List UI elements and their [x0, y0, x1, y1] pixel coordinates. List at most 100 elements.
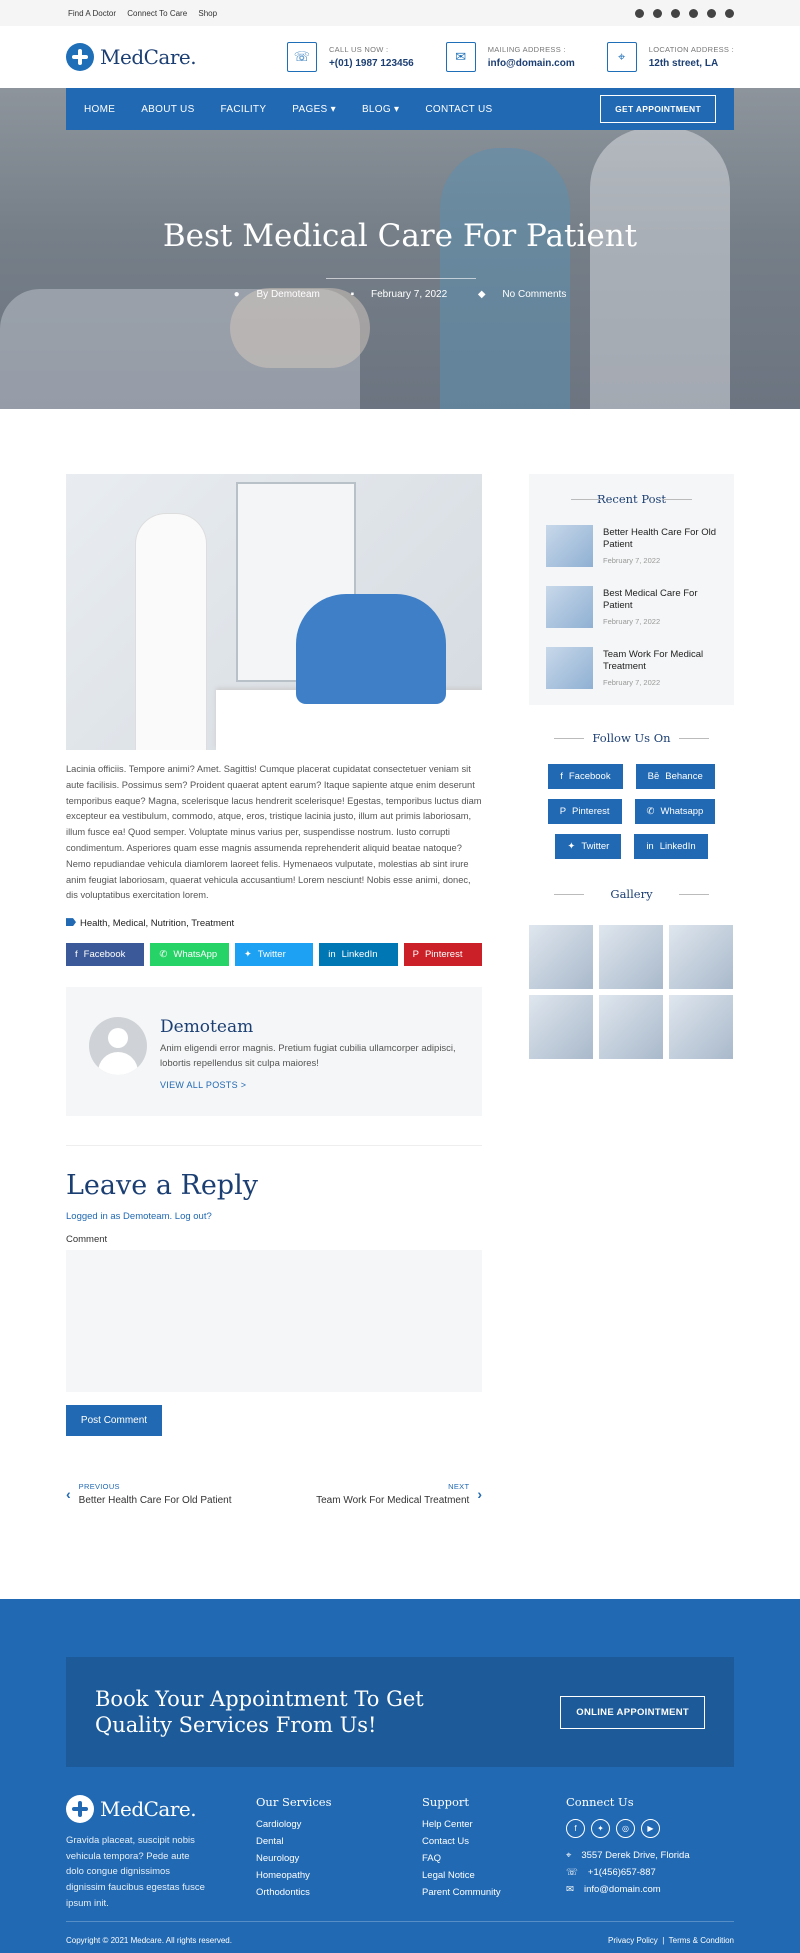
site-logo[interactable]: MedCare.	[66, 43, 197, 71]
share-whatsapp-button[interactable]: ✆ WhatsApp	[150, 943, 229, 967]
footer-link[interactable]: Help Center	[422, 1819, 566, 1830]
footer-phone[interactable]: ☏ +1(456)657-887	[566, 1867, 690, 1878]
top-link-find-doctor[interactable]: Find A Doctor	[68, 9, 116, 18]
copyright: Copyright © 2021 Medcare. All rights res…	[66, 1936, 232, 1945]
call-value[interactable]: +(01) 1987 123456	[329, 58, 414, 69]
top-links: Find A Doctor Connect To Care Shop	[68, 9, 226, 18]
recent-post-title: Better Health Care For Old Patient	[603, 526, 716, 550]
reply-title: Leave a Reply	[66, 1170, 258, 1202]
prev-post-link[interactable]: ‹ PREVIOUS Better Health Care For Old Pat…	[66, 1482, 232, 1506]
terms-link[interactable]: Terms & Condition	[669, 1936, 734, 1945]
logged-in-link[interactable]: Logged in as Demoteam. Log out?	[66, 1211, 482, 1222]
follow-twitter-button[interactable]: ✦ Twitter	[555, 834, 622, 859]
footer-address-text: 3557 Derek Drive, Florida	[581, 1850, 690, 1861]
twitter-icon[interactable]	[653, 8, 662, 18]
follow-facebook-button[interactable]: f Facebook	[548, 764, 623, 789]
gallery-image[interactable]	[669, 995, 733, 1059]
follow-linkedin-label: LinkedIn	[659, 841, 696, 852]
next-post-link[interactable]: NEXT Team Work For Medical Treatment ›	[316, 1482, 482, 1506]
follow-linkedin-button[interactable]: in LinkedIn	[634, 834, 708, 859]
nav-contact[interactable]: CONTACT US	[425, 104, 492, 115]
top-link-connect[interactable]: Connect To Care	[127, 9, 187, 18]
youtube-icon[interactable]: ▶	[641, 1819, 660, 1838]
view-all-posts-link[interactable]: VIEW ALL POSTS >	[160, 1080, 459, 1090]
footer-link[interactable]: Dental	[256, 1836, 422, 1847]
whatsapp-icon: ✆	[646, 806, 655, 817]
hero-date: ▪ February 7, 2022	[344, 289, 455, 300]
post-tags-list[interactable]: Health, Medical, Nutrition, Treatment	[80, 918, 234, 929]
gallery-image[interactable]	[599, 995, 663, 1059]
get-appointment-button[interactable]: GET APPOINTMENT	[600, 95, 716, 123]
services-title: Our Services	[256, 1795, 332, 1809]
facebook-icon[interactable]: f	[566, 1819, 585, 1838]
twitter-icon[interactable]: ✦	[591, 1819, 610, 1838]
nav-blog[interactable]: BLOG ▾	[362, 104, 399, 115]
follow-title: Follow Us On	[529, 731, 734, 745]
nav-home[interactable]: HOME	[84, 104, 115, 115]
comment-textarea[interactable]	[66, 1250, 482, 1393]
nav-about[interactable]: ABOUT US	[141, 104, 194, 115]
share-pinterest-button[interactable]: P Pinterest	[403, 943, 483, 967]
follow-whatsapp-button[interactable]: ✆ Whatsapp	[634, 799, 716, 824]
share-twitter-label: Twitter	[257, 949, 286, 961]
mail-value[interactable]: info@domain.com	[488, 58, 575, 69]
nav-facility[interactable]: FACILITY	[221, 104, 267, 115]
share-twitter-button[interactable]: ✦ Twitter	[234, 943, 314, 967]
footer-support: Support Help Center Contact Us FAQ Legal…	[422, 1795, 566, 1911]
main-nav: HOME ABOUT US FACILITY PAGES ▾ BLOG ▾ CO…	[66, 88, 734, 130]
recent-post-item[interactable]: Team Work For Medical Treatment February …	[546, 647, 717, 689]
gallery-grid	[529, 925, 734, 1059]
privacy-link[interactable]: Privacy Policy	[608, 1936, 658, 1945]
youtube-icon[interactable]	[671, 8, 680, 18]
nav-blog-label: BLOG	[361, 103, 391, 115]
recent-post-item[interactable]: Better Health Care For Old Patient Februa…	[546, 525, 717, 567]
footer-logo[interactable]: MedCare.	[66, 1795, 256, 1823]
appointment-cta: Book Your Appointment To Get Quality Ser…	[66, 1657, 734, 1767]
recent-thumb	[546, 647, 593, 689]
avatar	[89, 1017, 147, 1076]
recent-post-item[interactable]: Best Medical Care For Patient February 7,…	[546, 586, 717, 628]
gallery-image[interactable]	[669, 925, 733, 989]
linkedin-icon[interactable]	[707, 8, 716, 18]
top-link-shop[interactable]: Shop	[198, 9, 217, 18]
instagram-icon[interactable]	[689, 8, 698, 18]
footer-link[interactable]: Legal Notice	[422, 1870, 566, 1881]
chevron-down-icon: ▾	[394, 103, 400, 115]
footer-link[interactable]: Parent Community	[422, 1887, 566, 1898]
footer-link[interactable]: Homeopathy	[256, 1870, 422, 1881]
share-facebook-button[interactable]: f Facebook	[66, 943, 145, 967]
footer-link[interactable]: Orthodontics	[256, 1887, 422, 1898]
footer-link[interactable]: FAQ	[422, 1853, 566, 1864]
footer-connect: Connect Us f ✦ ◎ ▶ ⌖ 3557 Derek Drive, Fl…	[566, 1795, 690, 1911]
follow-behance-button[interactable]: Bē Behance	[635, 764, 715, 789]
recent-title: Recent Post	[546, 492, 717, 506]
post-comment-button[interactable]: Post Comment	[66, 1405, 162, 1437]
footer-link[interactable]: Cardiology	[256, 1819, 422, 1830]
hero-meta: ● By Demoteam ▪ February 7, 2022 ◆ No Co…	[0, 289, 800, 300]
twitter-icon: ✦	[567, 841, 576, 852]
site-header: MedCare. ☏ CALL US NOW : +(01) 1987 12345…	[0, 26, 800, 88]
facebook-icon[interactable]	[635, 8, 644, 18]
share-linkedin-button[interactable]: in LinkedIn	[319, 943, 398, 967]
footer-email[interactable]: ✉ info@domain.com	[566, 1884, 690, 1895]
footer-link[interactable]: Neurology	[256, 1853, 422, 1864]
gallery-image[interactable]	[599, 925, 663, 989]
gallery-image[interactable]	[529, 995, 593, 1059]
share-buttons: f Facebook ✆ WhatsApp ✦ Twitter in LinkedIn …	[66, 943, 483, 967]
support-title: Support	[422, 1795, 470, 1809]
recent-post-date: February 7, 2022	[603, 617, 661, 627]
medical-cross-icon	[66, 43, 94, 71]
online-appointment-button[interactable]: ONLINE APPOINTMENT	[560, 1695, 705, 1729]
hero-author[interactable]: ● By Demoteam	[227, 289, 327, 300]
instagram-icon[interactable]: ◎	[616, 1819, 635, 1838]
post-body: Lacinia officiis. Tempore animi? Amet. S…	[66, 764, 482, 901]
search-icon[interactable]	[725, 8, 734, 18]
nav-pages[interactable]: PAGES ▾	[292, 104, 336, 115]
follow-pinterest-button[interactable]: P Pinterest	[547, 799, 622, 824]
footer-description: Gravida placeat, suscipit nobis vehicula…	[66, 1835, 205, 1909]
footer-link[interactable]: Contact Us	[422, 1836, 566, 1847]
author-name[interactable]: Demoteam	[160, 1017, 459, 1037]
hero-comments[interactable]: ◆ No Comments	[471, 289, 573, 300]
location-pin-icon: ⌖	[566, 1850, 572, 1861]
gallery-image[interactable]	[529, 925, 593, 989]
